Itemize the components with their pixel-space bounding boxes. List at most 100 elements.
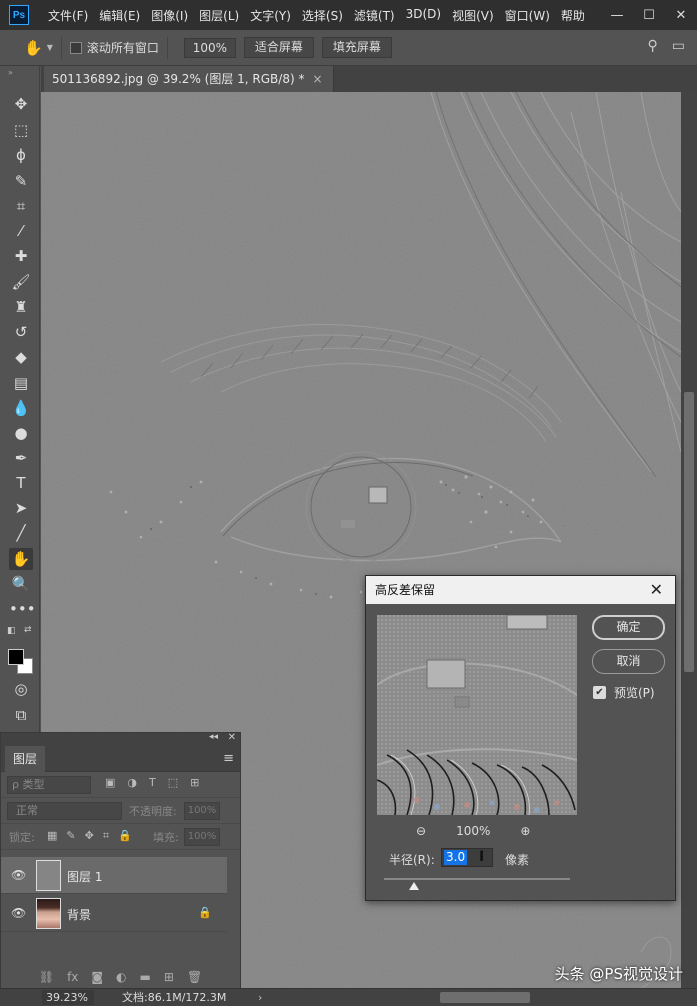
chevron-down-icon[interactable]: ▼ [47, 43, 53, 52]
menu-image[interactable]: 图像(I) [151, 7, 188, 24]
opacity-input[interactable]: 100% [184, 802, 220, 820]
menu-view[interactable]: 视图(V) [452, 7, 494, 24]
filter-preview[interactable] [377, 615, 577, 815]
ok-button[interactable]: 确定 [592, 615, 665, 640]
gradient-tool-icon[interactable]: ▤ [9, 372, 33, 394]
adjustment-icon[interactable]: ◐ [116, 965, 126, 989]
radius-slider-handle[interactable] [408, 882, 419, 890]
blend-row: 正常 不透明度: 100% [1, 798, 240, 824]
fill-screen-button[interactable]: 填充屏幕 [321, 37, 392, 58]
quick-select-tool-icon[interactable]: ✎ [9, 170, 33, 192]
radius-slider[interactable] [384, 878, 570, 880]
swap-colors-icon[interactable]: ⇄ [24, 625, 32, 635]
minimize-icon[interactable]: — [601, 8, 633, 23]
menu-type[interactable]: 文字(Y) [250, 7, 291, 24]
search-icon[interactable]: ⚲ [648, 38, 658, 54]
vertical-scrollbar[interactable] [681, 92, 697, 988]
radius-value: 3.0 [444, 850, 468, 865]
document-tab[interactable]: 501136892.jpg @ 39.2% (图层 1, RGB/8) * × [44, 66, 334, 92]
preview-checkbox-row[interactable]: ✔ 预览(P) [593, 684, 655, 701]
visibility-eye-icon[interactable]: 👁 [11, 906, 26, 920]
menu-3d[interactable]: 3D(D) [406, 7, 441, 24]
line-tool-icon[interactable]: ╱ [9, 522, 33, 544]
menu-edit[interactable]: 编辑(E) [99, 7, 140, 24]
blend-mode-select[interactable]: 正常 [7, 802, 122, 820]
type-filter-icon[interactable]: T [149, 776, 156, 789]
menu-filter[interactable]: 滤镜(T) [354, 7, 395, 24]
screen-mode-icon[interactable]: ⧉ [9, 704, 33, 726]
trash-icon[interactable]: 🗑 [187, 965, 202, 989]
healing-brush-tool-icon[interactable]: ✚ [9, 245, 33, 267]
zoom-in-icon[interactable]: ⊕ [520, 824, 530, 838]
lock-artboard-icon[interactable]: ⌗ [103, 829, 109, 843]
smart-object-filter-icon[interactable]: ⊞ [190, 776, 199, 789]
link-icon[interactable]: ⛓ [39, 965, 54, 989]
shape-filter-icon[interactable]: ⬚ [168, 776, 178, 789]
radius-input[interactable]: 3.0 [441, 848, 493, 867]
horizontal-scrollbar-thumb[interactable] [440, 992, 530, 1003]
menu-file[interactable]: 文件(F) [48, 7, 88, 24]
lock-all-icon[interactable]: 🔒 [118, 829, 132, 843]
lock-pixels-icon[interactable]: ✎ [66, 829, 75, 843]
panel-menu-icon[interactable]: ≡ [223, 751, 234, 766]
crop-tool-icon[interactable]: ⌗ [9, 195, 33, 217]
image-filter-icon[interactable]: ▣ [105, 776, 115, 789]
path-select-tool-icon[interactable]: ➤ [9, 497, 33, 519]
hand-tool-icon[interactable]: ✋ [9, 548, 33, 570]
menu-window[interactable]: 窗口(W) [505, 7, 550, 24]
cancel-button[interactable]: 取消 [592, 649, 665, 674]
zoom-100-button[interactable]: 100% [183, 37, 236, 58]
close-icon[interactable]: ✕ [650, 576, 663, 604]
fx-icon[interactable]: fx [67, 965, 78, 989]
marquee-tool-icon[interactable]: ⬚ [9, 119, 33, 141]
layer-row-layer1[interactable]: 👁 图层 1 [1, 857, 227, 894]
zoom-level-field[interactable]: 39.23% [42, 990, 94, 1005]
menu-select[interactable]: 选择(S) [302, 7, 343, 24]
maximize-icon[interactable]: ☐ [633, 8, 665, 23]
close-panel-icon[interactable]: ✕ [228, 732, 236, 743]
pen-tool-icon[interactable]: ✒ [9, 447, 33, 469]
layer-kind-filter[interactable]: ρ 类型 [7, 776, 91, 794]
document-info[interactable]: 文档:86.1M/172.3M [122, 990, 226, 1005]
fill-input[interactable]: 100% [184, 828, 220, 846]
quick-mask-icon[interactable]: ◎ [9, 678, 33, 700]
blur-tool-icon[interactable]: 💧 [9, 397, 33, 419]
foreground-color-swatch[interactable] [8, 649, 24, 665]
preview-checkbox[interactable]: ✔ [593, 686, 606, 699]
status-menu-arrow[interactable]: › [258, 990, 262, 1005]
menu-layer[interactable]: 图层(L) [199, 7, 239, 24]
collapse-panel-icon[interactable]: ◂◂ [209, 732, 218, 742]
more-tools-icon[interactable]: ••• [9, 598, 36, 620]
zoom-tool-icon[interactable]: 🔍 [9, 573, 33, 595]
folder-icon[interactable]: ▬ [140, 965, 151, 989]
close-tab-icon[interactable]: × [312, 72, 322, 86]
dodge-tool-icon[interactable]: ● [9, 422, 33, 444]
panel-grip-icon[interactable]: » [8, 68, 14, 77]
type-tool-icon[interactable]: T [9, 472, 33, 494]
dialog-title: 高反差保留 [375, 583, 436, 597]
menu-help[interactable]: 帮助 [561, 7, 585, 24]
default-colors-icon[interactable]: ◧ [7, 626, 16, 636]
move-tool-icon[interactable]: ✥ [9, 93, 33, 115]
eyedropper-tool-icon[interactable]: ⁄ [9, 220, 33, 242]
tab-layers[interactable]: 图层 [5, 746, 46, 772]
lock-transparency-icon[interactable]: ▦ [47, 829, 57, 843]
clone-stamp-tool-icon[interactable]: ♜ [9, 296, 33, 318]
fit-screen-button[interactable]: 适合屏幕 [243, 37, 314, 58]
adjustment-filter-icon[interactable]: ◑ [127, 776, 137, 789]
visibility-eye-icon[interactable]: 👁 [11, 868, 26, 882]
scroll-all-checkbox[interactable] [69, 41, 82, 54]
mask-icon[interactable]: ◙ [91, 965, 103, 989]
vertical-scrollbar-thumb[interactable] [684, 392, 694, 672]
hand-tool-icon[interactable]: ✋ [24, 39, 43, 57]
lock-position-icon[interactable]: ✥ [85, 829, 94, 843]
workspace-icon[interactable]: ▭ [672, 38, 685, 54]
brush-tool-icon[interactable]: 🖌 [9, 271, 33, 293]
eraser-tool-icon[interactable]: ◆ [9, 346, 33, 368]
layer-row-background[interactable]: 👁 背景 🔒 [1, 895, 227, 932]
history-brush-tool-icon[interactable]: ↺ [9, 321, 33, 343]
new-layer-icon[interactable]: ⊞ [164, 965, 174, 989]
lasso-tool-icon[interactable]: ϕ [9, 144, 33, 166]
zoom-out-icon[interactable]: ⊖ [416, 824, 426, 838]
close-window-icon[interactable]: ✕ [665, 8, 697, 23]
